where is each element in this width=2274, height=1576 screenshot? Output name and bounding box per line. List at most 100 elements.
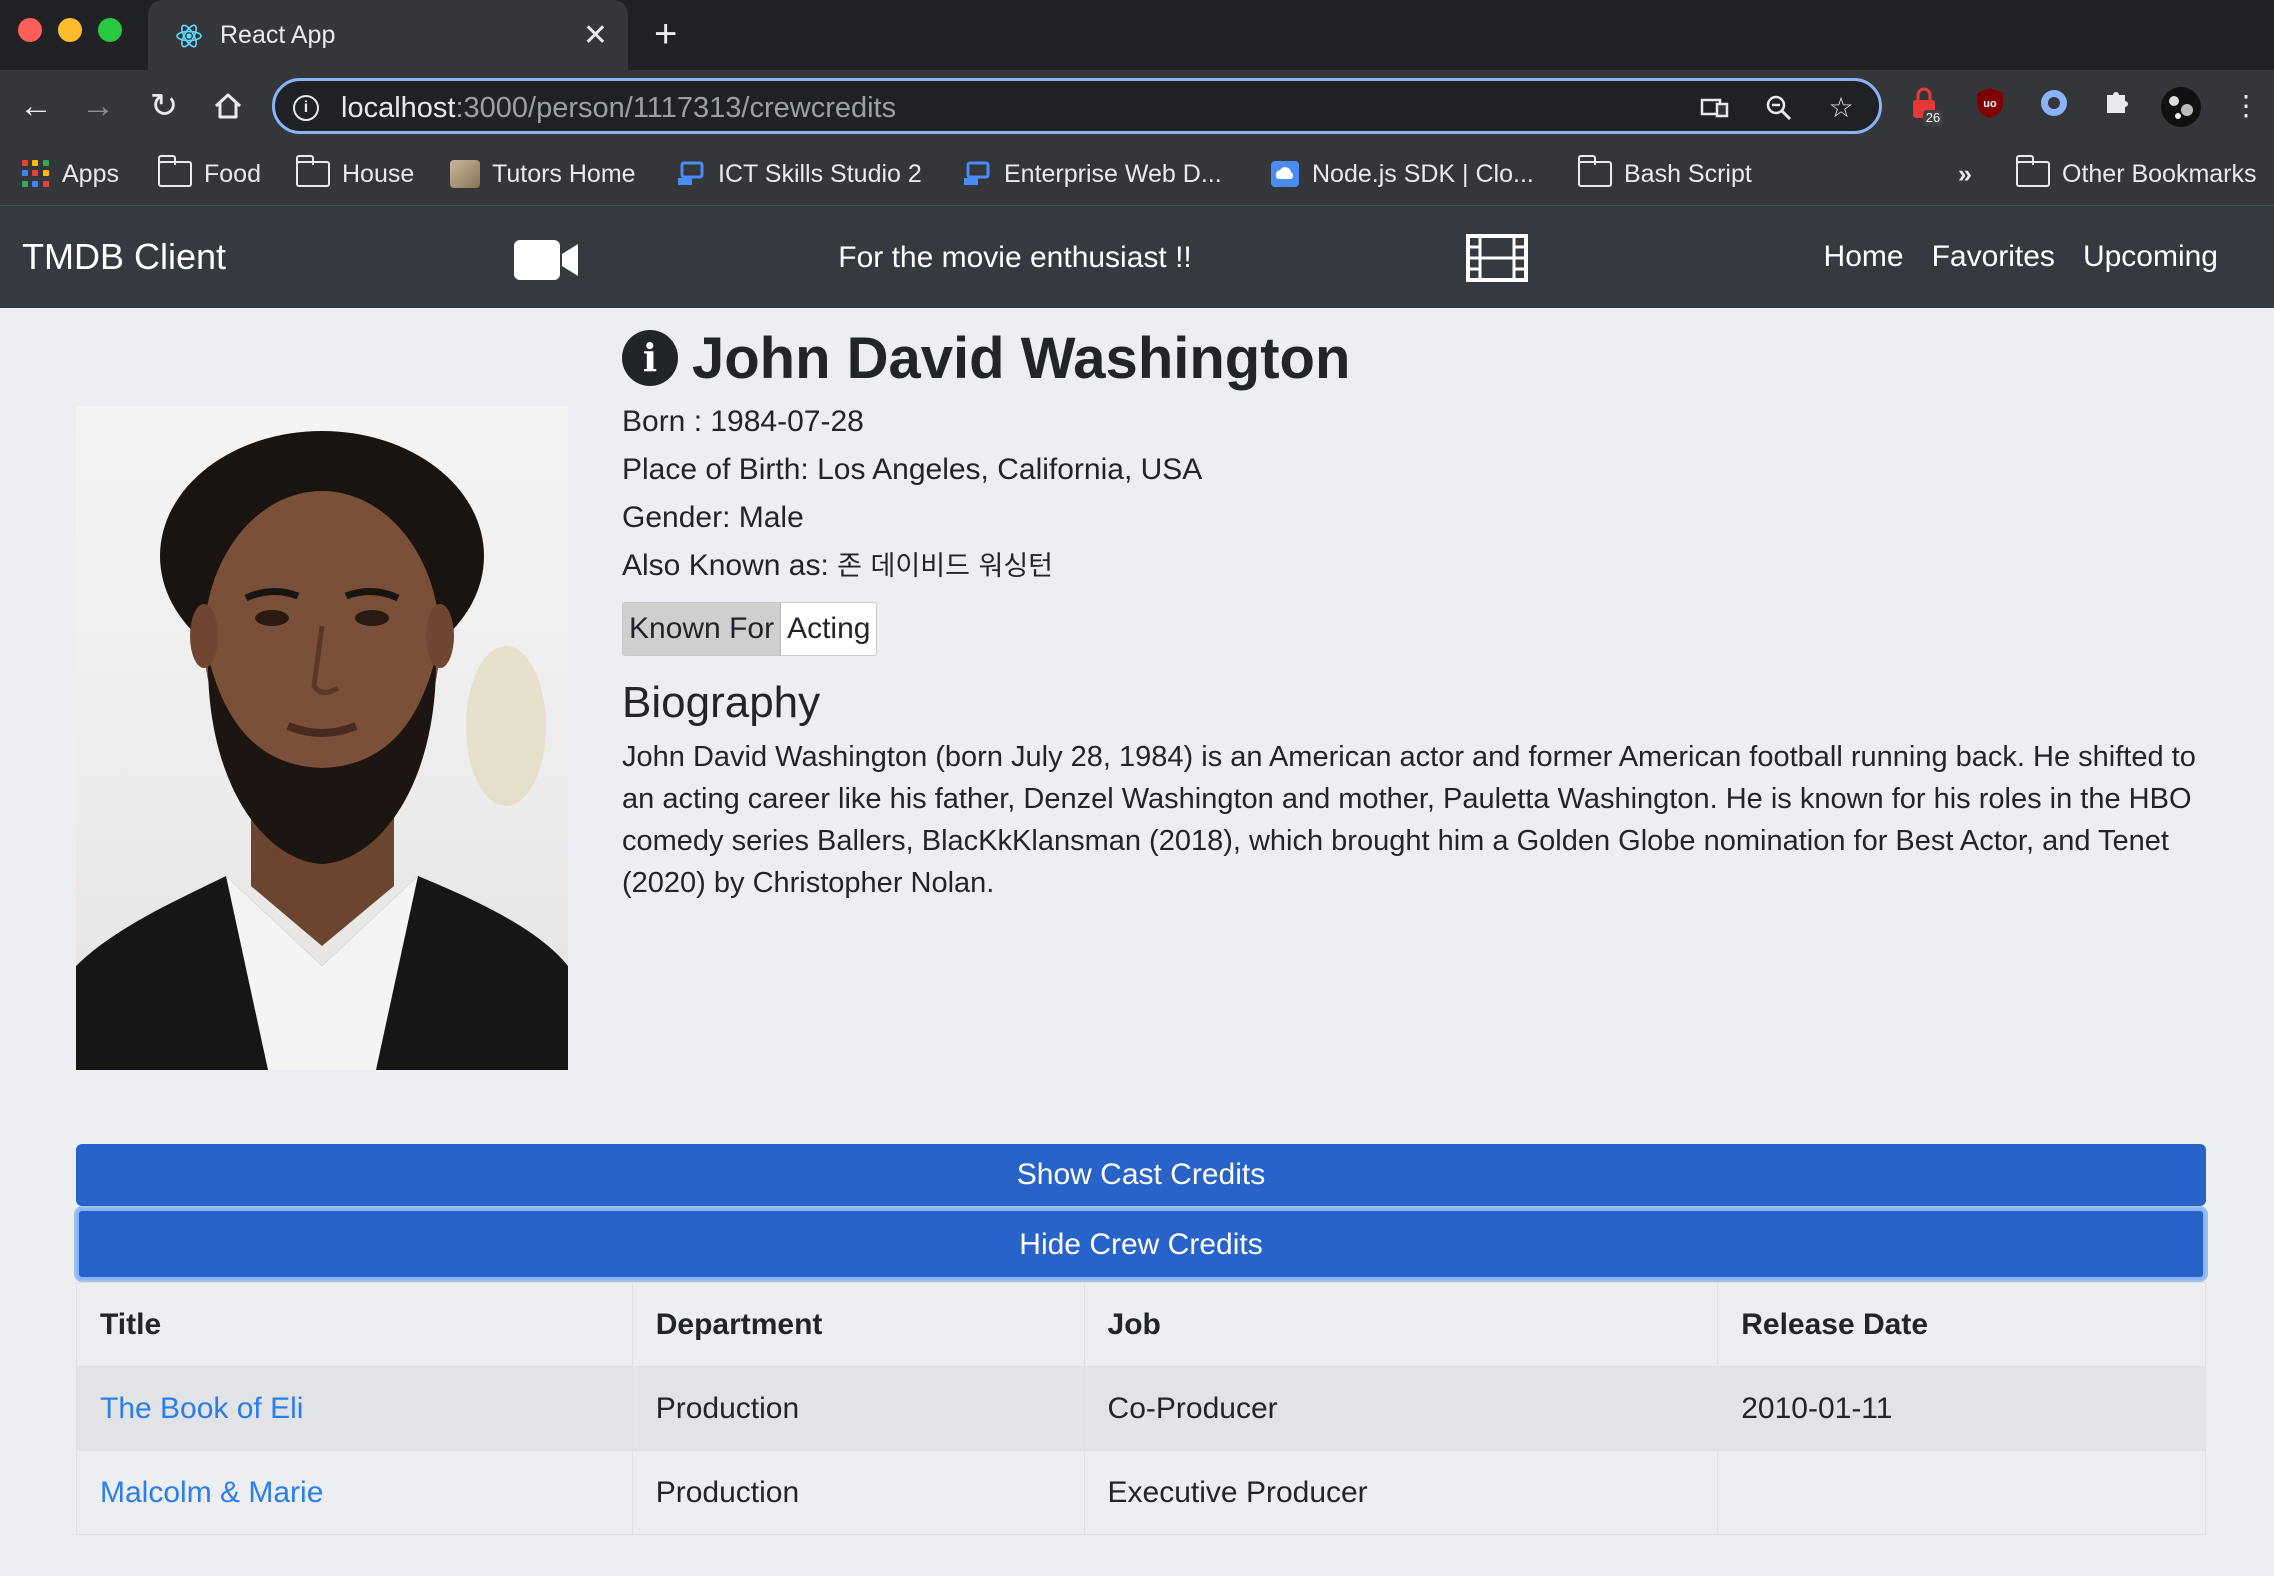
person-details: i John David Washington Born : 1984-07-2…: [622, 318, 2212, 904]
folder-icon: [1577, 155, 1612, 187]
home-icon[interactable]: [208, 86, 248, 126]
cell-job: Executive Producer: [1083, 1450, 1719, 1535]
column-header-release-date: Release Date: [1717, 1282, 2206, 1367]
profile-avatar[interactable]: [2160, 86, 2201, 127]
biography-text: John David Washington (born July 28, 198…: [622, 741, 2196, 899]
column-header-job: Job: [1083, 1282, 1719, 1367]
film-icon: [1466, 234, 1528, 282]
bookmark-apps[interactable]: Apps: [22, 142, 119, 206]
person-birthplace: Place of Birth: Los Angeles, California,…: [622, 453, 1203, 486]
ublock-icon[interactable]: uo: [1970, 86, 2010, 126]
cell-title: Malcolm & Marie: [76, 1450, 633, 1535]
cell-release-date: [1717, 1450, 2206, 1535]
bookmark-label: Node.js SDK | Clo...: [1312, 159, 1534, 188]
cast-icon[interactable]: [1699, 92, 1731, 124]
folder-icon: [295, 155, 330, 187]
bookmark-star-icon[interactable]: ☆: [1825, 92, 1857, 124]
browser-menu-icon[interactable]: ⋮: [2226, 86, 2266, 126]
person-also-known-as: Also Known as: 존 데이비드 워싱턴: [622, 542, 2212, 590]
minimize-window-button[interactable]: [58, 18, 82, 42]
app-navbar: TMDB Client For the movie enthusiast !! …: [0, 206, 2274, 308]
close-window-button[interactable]: [18, 18, 42, 42]
cell-department: Production: [631, 1450, 1085, 1535]
apps-grid-icon: [22, 160, 50, 188]
tab-title: React App: [220, 21, 336, 49]
bookmark-label: Tutors Home: [492, 159, 636, 188]
bookmarks-bar: Apps Food House Tutors Home ICT Skills S…: [0, 142, 2274, 206]
site-favicon: [450, 160, 480, 188]
folder-icon: [157, 155, 192, 187]
new-tab-icon[interactable]: +: [654, 12, 677, 57]
navbar-links: Home Favorites Upcoming: [1824, 240, 2218, 274]
cell-department: Production: [631, 1366, 1085, 1451]
extension-badge: 26: [1926, 110, 1940, 125]
back-icon[interactable]: ←: [16, 86, 56, 126]
table-row: The Book of Eli Production Co-Producer 2…: [76, 1366, 2206, 1451]
bookmark-food[interactable]: Food: [157, 142, 261, 206]
bookmarks-overflow-button[interactable]: »: [1958, 142, 1972, 206]
site-info-icon[interactable]: i: [293, 95, 319, 121]
person-name: John David Washington: [692, 325, 1351, 391]
nav-link-upcoming[interactable]: Upcoming: [2083, 240, 2218, 274]
cloud-favicon: [1271, 161, 1299, 187]
reload-icon[interactable]: ↻: [144, 86, 184, 126]
table-row: Malcolm & Marie Production Executive Pro…: [76, 1450, 2206, 1535]
site-favicon: [678, 161, 704, 185]
bookmark-label: ICT Skills Studio 2: [718, 159, 922, 188]
aka-label: Also Known as:: [622, 549, 829, 582]
person-header: i John David Washington: [622, 318, 2212, 398]
movie-title-link[interactable]: The Book of Eli: [100, 1392, 303, 1425]
svg-text:uo: uo: [1983, 98, 1997, 110]
react-icon: [176, 24, 202, 48]
known-for-value: Acting: [781, 603, 877, 655]
bookmark-other[interactable]: Other Bookmarks: [2015, 142, 2257, 206]
column-header-department: Department: [631, 1282, 1085, 1367]
person-profile-photo: [76, 406, 568, 1070]
bookmark-nodejs-sdk[interactable]: Node.js SDK | Clo...: [1270, 142, 1534, 206]
navbar-tagline: For the movie enthusiast !!: [838, 241, 1192, 274]
address-bar[interactable]: i localhost:3000/person/1117313/crewcred…: [272, 78, 1882, 134]
extensions-puzzle-icon[interactable]: [2098, 86, 2138, 126]
overflow-chevron-icon: »: [1958, 159, 1972, 188]
address-url[interactable]: localhost:3000/person/1117313/crewcredit…: [341, 92, 896, 125]
bookmark-bash-script[interactable]: Bash Script: [1577, 142, 1752, 206]
browser-titlebar: React App ✕ +: [0, 0, 2274, 70]
cell-release-date: 2010-01-11: [1717, 1366, 2206, 1451]
bookmark-label: Enterprise Web D...: [1004, 159, 1222, 188]
table-header-row: Title Department Job Release Date: [76, 1282, 2206, 1367]
bookmark-tutors-home[interactable]: Tutors Home: [450, 142, 636, 206]
tab-close-icon[interactable]: ✕: [583, 18, 608, 53]
movie-title-link[interactable]: Malcolm & Marie: [100, 1476, 323, 1509]
zoom-icon[interactable]: [1763, 92, 1795, 124]
person-born: Born : 1984-07-28: [622, 405, 864, 438]
forward-icon[interactable]: →: [78, 86, 118, 126]
person-gender: Gender: Male: [622, 501, 804, 534]
site-favicon: [964, 161, 990, 185]
browser-tab[interactable]: React App ✕: [148, 0, 628, 70]
bookmark-label: Bash Script: [1624, 159, 1752, 188]
cell-job: Co-Producer: [1083, 1366, 1719, 1451]
nav-link-favorites[interactable]: Favorites: [1932, 240, 2055, 274]
nav-link-home[interactable]: Home: [1824, 240, 1904, 274]
biography-heading: Biography: [622, 678, 821, 727]
folder-icon: [2015, 155, 2050, 187]
bookmark-label: House: [342, 159, 415, 188]
bookmark-ict-skills[interactable]: ICT Skills Studio 2: [676, 142, 922, 206]
info-circle-icon: i: [622, 330, 678, 386]
browser-toolbar: ← → ↻ i localhost:3000/person/1117313/cr…: [0, 70, 2274, 142]
hide-crew-credits-button[interactable]: Hide Crew Credits: [76, 1208, 2206, 1280]
bookmark-label: Other Bookmarks: [2062, 159, 2257, 188]
column-header-title: Title: [76, 1282, 633, 1367]
crew-credits-table: Title Department Job Release Date The Bo…: [76, 1282, 2206, 1535]
known-for-chip: Known For Acting: [622, 602, 878, 656]
maximize-window-button[interactable]: [98, 18, 122, 42]
show-cast-credits-button[interactable]: Show Cast Credits: [76, 1144, 2206, 1206]
bookmark-enterprise-web[interactable]: Enterprise Web D...: [962, 142, 1222, 206]
cell-title: The Book of Eli: [76, 1366, 633, 1451]
lock-extension-icon[interactable]: 26: [1906, 86, 1946, 126]
bookmark-label: Apps: [62, 159, 119, 188]
known-for-label: Known For: [623, 603, 782, 655]
bookmark-house[interactable]: House: [295, 142, 415, 206]
aka-value: 존 데이비드 워싱턴: [837, 551, 1054, 582]
ring-extension-icon[interactable]: [2034, 86, 2074, 126]
